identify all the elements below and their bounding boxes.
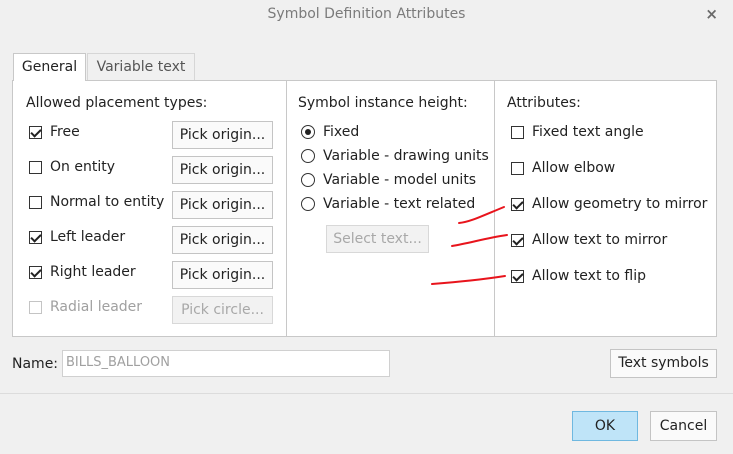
symbol-definition-dialog: Symbol Definition Attributes × General V… xyxy=(0,0,733,454)
red-annotation-marks xyxy=(431,206,508,285)
annotation-mark-geometry-mirror xyxy=(458,206,505,224)
tab-general[interactable]: General xyxy=(13,53,86,81)
annotation-mark-text-flip xyxy=(431,275,506,285)
annotation-mark-text-mirror xyxy=(451,234,508,247)
